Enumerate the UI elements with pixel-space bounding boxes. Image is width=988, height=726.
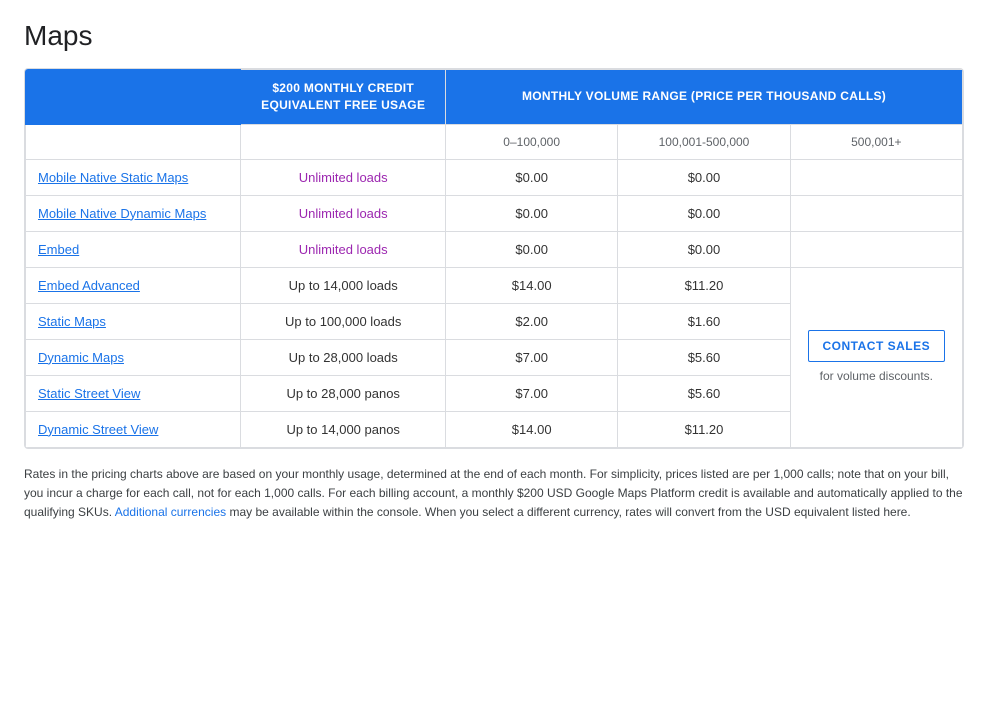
pricing-table-wrapper: $200 MONTHLY CREDIT EQUIVALENT FREE USAG… — [24, 68, 964, 449]
subheader-range1: 0–100,000 — [446, 124, 618, 159]
row-name-link[interactable]: Static Street View — [38, 386, 140, 401]
row-free-usage: Unlimited loads — [241, 159, 446, 195]
row-name-link[interactable]: Embed — [38, 242, 79, 257]
contact-sales-button[interactable]: CONTACT SALES — [808, 330, 946, 362]
row-name-link[interactable]: Dynamic Maps — [38, 350, 124, 365]
row-price-range1: $14.00 — [446, 411, 618, 447]
row-name: Embed Advanced — [26, 267, 241, 303]
row-name-link[interactable]: Mobile Native Dynamic Maps — [38, 206, 206, 221]
page-title: Maps — [24, 20, 964, 52]
row-free-usage: Unlimited loads — [241, 231, 446, 267]
row-price-range1: $2.00 — [446, 303, 618, 339]
row-free-usage: Unlimited loads — [241, 195, 446, 231]
row-name-link[interactable]: Mobile Native Static Maps — [38, 170, 188, 185]
row-price-range2: $1.60 — [618, 303, 790, 339]
footnote: Rates in the pricing charts above are ba… — [24, 465, 964, 523]
table-row: Mobile Native Dynamic Maps Unlimited load… — [26, 195, 963, 231]
row-price-range1: $7.00 — [446, 375, 618, 411]
table-row: Embed Advanced Up to 14,000 loads$14.00$1… — [26, 267, 963, 303]
row-name: Embed — [26, 231, 241, 267]
subheader-range3: 500,001+ — [790, 124, 962, 159]
header-free-usage: $200 MONTHLY CREDIT EQUIVALENT FREE USAG… — [241, 70, 446, 125]
row-free-usage: Up to 14,000 loads — [241, 267, 446, 303]
row-price-range2: $0.00 — [618, 159, 790, 195]
contact-sales-cell: CONTACT SALES for volume discounts. — [790, 267, 962, 447]
row-free-usage: Up to 28,000 panos — [241, 375, 446, 411]
row-price-range1: $0.00 — [446, 195, 618, 231]
additional-currencies-link[interactable]: Additional currencies — [115, 505, 226, 519]
row-price-range2: $11.20 — [618, 267, 790, 303]
row-price-range1: $0.00 — [446, 159, 618, 195]
table-row: EmbedUnlimited loads$0.00$0.00 — [26, 231, 963, 267]
row-free-usage: Up to 28,000 loads — [241, 339, 446, 375]
row-price-range3-empty — [790, 231, 962, 267]
row-price-range2: $5.60 — [618, 375, 790, 411]
header-volume-range: MONTHLY VOLUME RANGE (PRICE PER THOUSAND… — [446, 70, 963, 125]
row-name-link[interactable]: Static Maps — [38, 314, 106, 329]
row-name: Dynamic Maps — [26, 339, 241, 375]
row-name: Dynamic Street View — [26, 411, 241, 447]
subheader-empty — [26, 124, 241, 159]
footnote-text-after: may be available within the console. Whe… — [229, 505, 910, 519]
subheader-range2: 100,001-500,000 — [618, 124, 790, 159]
row-price-range2: $0.00 — [618, 231, 790, 267]
pricing-table: $200 MONTHLY CREDIT EQUIVALENT FREE USAG… — [25, 69, 963, 448]
row-price-range1: $0.00 — [446, 231, 618, 267]
row-price-range2: $5.60 — [618, 339, 790, 375]
row-free-usage: Up to 100,000 loads — [241, 303, 446, 339]
row-price-range2: $11.20 — [618, 411, 790, 447]
row-price-range1: $7.00 — [446, 339, 618, 375]
row-name: Static Street View — [26, 375, 241, 411]
row-free-usage: Up to 14,000 panos — [241, 411, 446, 447]
row-name: Mobile Native Static Maps — [26, 159, 241, 195]
row-price-range2: $0.00 — [618, 195, 790, 231]
row-price-range1: $14.00 — [446, 267, 618, 303]
row-price-range3-empty — [790, 159, 962, 195]
row-name: Mobile Native Dynamic Maps — [26, 195, 241, 231]
row-name-link[interactable]: Dynamic Street View — [38, 422, 158, 437]
contact-subtext: for volume discounts. — [803, 368, 950, 385]
table-row: Mobile Native Static Maps Unlimited loads… — [26, 159, 963, 195]
header-empty-col — [26, 70, 241, 125]
subheader-free-empty — [241, 124, 446, 159]
row-price-range3-empty — [790, 195, 962, 231]
row-name-link[interactable]: Embed Advanced — [38, 278, 140, 293]
row-name: Static Maps — [26, 303, 241, 339]
